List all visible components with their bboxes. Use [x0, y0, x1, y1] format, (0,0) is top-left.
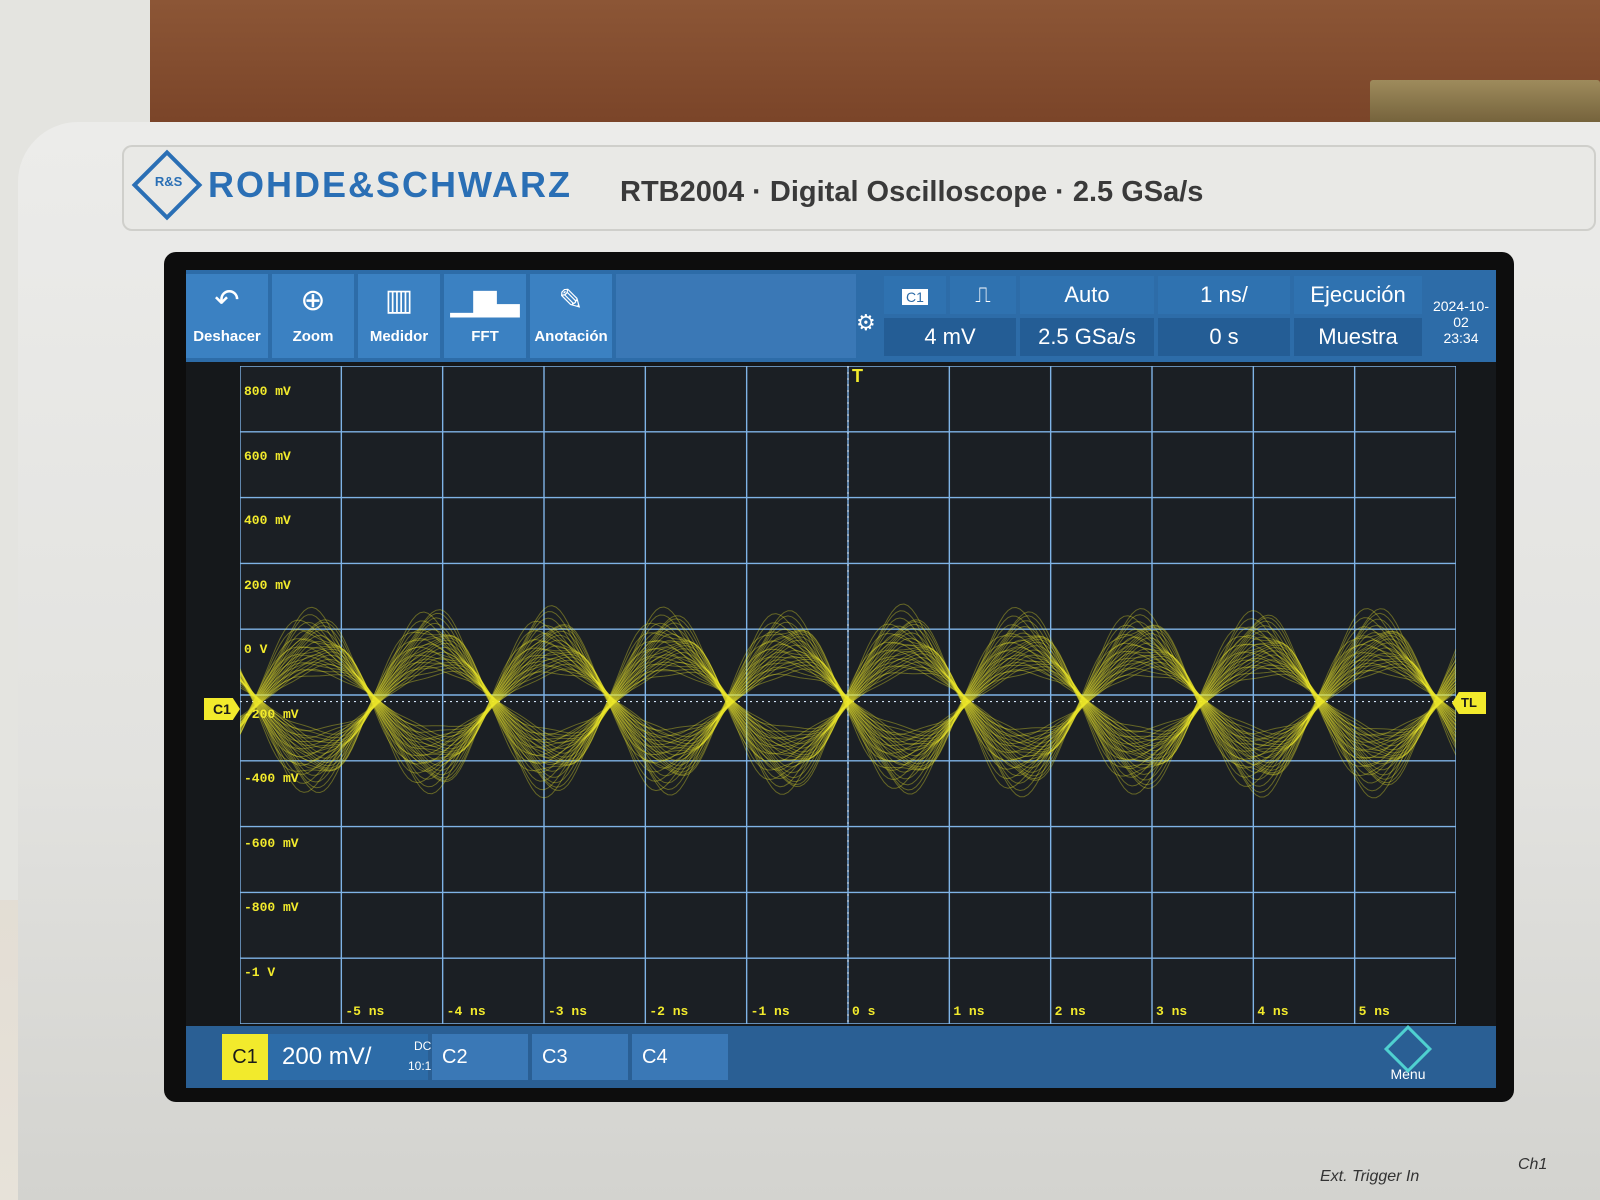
- waveform-svg: [240, 366, 1456, 1024]
- trigger-mode[interactable]: Auto: [1020, 276, 1154, 314]
- x-tick-label: 1 ns: [953, 1004, 985, 1019]
- horizontal-position[interactable]: 0 s: [1158, 318, 1290, 356]
- model-line: RTB2004 · Digital Oscilloscope · 2.5 GSa…: [620, 176, 1204, 208]
- y-tick-label: -1 V: [244, 964, 276, 980]
- toolbar: ↶ Deshacer ⊕ Zoom ▥ Medidor ▁▆▃ FFT ✎ An…: [186, 270, 1496, 362]
- y-tick-label: -200 mV: [244, 706, 299, 722]
- y-tick-label: 0 V: [244, 642, 268, 658]
- zoom-label: Zoom: [292, 328, 334, 345]
- annotation-button[interactable]: ✎ Anotación: [530, 274, 612, 358]
- trigger-level[interactable]: 4 mV: [884, 318, 1016, 356]
- edge-slope-icon[interactable]: ⎍: [950, 276, 1016, 314]
- brand-name: ROHDE&SCHWARZ: [208, 164, 572, 205]
- menu-button[interactable]: Menu: [1376, 1024, 1440, 1084]
- ext-trigger-label: Ext. Trigger In: [1320, 1168, 1420, 1185]
- waveform-display[interactable]: [240, 366, 1456, 1024]
- y-tick-label: 400 mV: [244, 513, 291, 529]
- undo-label: Deshacer: [193, 328, 261, 345]
- y-tick-label: 200 mV: [244, 577, 291, 593]
- y-tick-label: -400 mV: [244, 771, 299, 787]
- ch1-coupling: DC 10:1: [408, 1036, 431, 1076]
- undo-icon: ↶: [214, 284, 240, 317]
- magnifier-icon: ⊕: [300, 284, 326, 317]
- trigger-source-label: C1: [902, 289, 928, 305]
- screen: ↶ Deshacer ⊕ Zoom ▥ Medidor ▁▆▃ FFT ✎ An…: [186, 270, 1496, 1088]
- gear-icon[interactable]: ⚙: [856, 310, 876, 336]
- x-tick-label: 4 ns: [1257, 1004, 1289, 1019]
- logo-text: R&S: [154, 174, 183, 190]
- acquisition-mode[interactable]: Muestra: [1294, 318, 1422, 356]
- ch4-tab[interactable]: C4: [632, 1034, 728, 1080]
- y-tick-label: 800 mV: [244, 384, 291, 400]
- x-tick-label: 3 ns: [1156, 1004, 1188, 1019]
- c1-offset-marker[interactable]: C1: [204, 698, 240, 720]
- sample-rate[interactable]: 2.5 GSa/s: [1020, 318, 1154, 356]
- trigger-position-marker[interactable]: T: [852, 366, 863, 387]
- date: 2024-10-02: [1432, 298, 1490, 330]
- x-tick-label: 5 ns: [1358, 1004, 1390, 1019]
- trigger-source[interactable]: C1: [884, 276, 946, 314]
- x-tick-label: -3 ns: [548, 1004, 588, 1019]
- zoom-button[interactable]: ⊕ Zoom: [272, 274, 354, 358]
- x-tick-label: -5 ns: [345, 1004, 385, 1019]
- pencil-icon: ✎: [558, 284, 584, 317]
- y-tick-label: -800 mV: [244, 900, 299, 916]
- x-tick-label: -2 ns: [649, 1004, 689, 1019]
- ch1-probe-label: 10:1: [408, 1059, 432, 1073]
- channel-bar: C1 200 mV/ DC 10:1 C2 C3 C4 Menu: [186, 1024, 1496, 1088]
- annotation-label: Anotación: [534, 328, 608, 345]
- ch1-tab[interactable]: C1: [222, 1034, 268, 1080]
- meter-icon: ▥: [384, 284, 414, 317]
- x-tick-label: -4 ns: [446, 1004, 486, 1019]
- meter-label: Medidor: [369, 328, 429, 345]
- trigger-level-marker[interactable]: TL: [1452, 692, 1486, 714]
- y-tick-label: 600 mV: [244, 448, 291, 464]
- x-tick-label: 2 ns: [1054, 1004, 1086, 1019]
- ch1-coupling-label: DC: [414, 1039, 432, 1053]
- time: 23:34: [1443, 330, 1479, 346]
- ch1-scale[interactable]: 200 mV/: [268, 1034, 428, 1080]
- fft-button[interactable]: ▁▆▃ FFT: [444, 274, 526, 358]
- toolbar-spacer: [616, 274, 856, 358]
- ch2-tab[interactable]: C2: [432, 1034, 528, 1080]
- fft-label: FFT: [471, 328, 499, 345]
- timebase[interactable]: 1 ns/: [1158, 276, 1290, 314]
- clock: 2024-10-02 23:34: [1426, 298, 1496, 346]
- x-tick-label: -1 ns: [750, 1004, 790, 1019]
- run-state[interactable]: Ejecución: [1294, 276, 1422, 314]
- meter-button[interactable]: ▥ Medidor: [358, 274, 440, 358]
- ch3-tab[interactable]: C3: [532, 1034, 628, 1080]
- undo-button[interactable]: ↶ Deshacer: [186, 274, 268, 358]
- y-tick-label: -600 mV: [244, 835, 299, 851]
- fft-icon: ▁▆▃: [450, 284, 520, 317]
- ch1-connector-label: Ch1: [1518, 1156, 1548, 1173]
- x-tick-label: 0 s: [852, 1004, 876, 1019]
